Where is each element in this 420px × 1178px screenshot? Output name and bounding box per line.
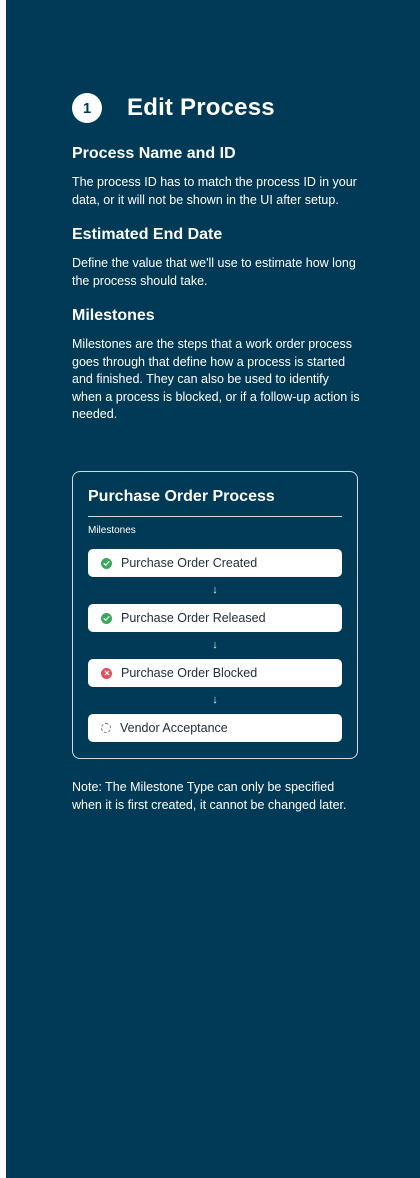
help-panel: 1 Edit Process Process Name and ID The p…: [6, 0, 420, 1178]
check-circle-icon: [101, 557, 112, 569]
milestone-item: Purchase Order Created: [88, 549, 342, 577]
section-title: Process Name and ID: [72, 145, 236, 162]
section-title: Milestones: [72, 307, 155, 324]
step-number-badge: 1: [72, 93, 102, 123]
card-subtitle: Milestones: [88, 525, 136, 536]
arrow-down-icon: ↓: [212, 639, 218, 651]
section-process-name: Process Name and ID The process ID has t…: [72, 144, 362, 209]
step-header: 1 Edit Process: [72, 93, 275, 123]
x-circle-icon: [101, 667, 112, 679]
milestone-item: Purchase Order Released: [88, 604, 342, 632]
section-milestones: Milestones Milestones are the steps that…: [72, 306, 362, 424]
dashed-circle-icon: [101, 723, 111, 733]
arrow-down-icon: ↓: [212, 694, 218, 706]
section-text: The process ID has to match the process …: [72, 175, 357, 207]
milestone-label: Purchase Order Released: [121, 611, 266, 625]
section-text: Define the value that we'll use to estim…: [72, 256, 356, 288]
help-content: Process Name and ID The process ID has t…: [72, 144, 362, 440]
milestone-item: Purchase Order Blocked: [88, 659, 342, 687]
card-title: Purchase Order Process: [88, 488, 275, 505]
check-circle-icon: [101, 612, 112, 624]
process-example-card: Purchase Order Process Milestones Purcha…: [72, 471, 358, 759]
arrow-down-icon: ↓: [212, 584, 218, 596]
milestone-label: Purchase Order Created: [121, 556, 258, 570]
card-divider: [88, 516, 342, 517]
note-text: Note: The Milestone Type can only be spe…: [72, 780, 347, 812]
section-estimated-end-date: Estimated End Date Define the value that…: [72, 225, 362, 290]
milestone-label: Vendor Acceptance: [120, 721, 228, 735]
milestone-item: Vendor Acceptance: [88, 714, 342, 742]
page-title: Edit Process: [127, 94, 275, 121]
milestone-label: Purchase Order Blocked: [121, 666, 258, 680]
section-title: Estimated End Date: [72, 226, 223, 243]
section-text: Milestones are the steps that a work ord…: [72, 337, 360, 421]
